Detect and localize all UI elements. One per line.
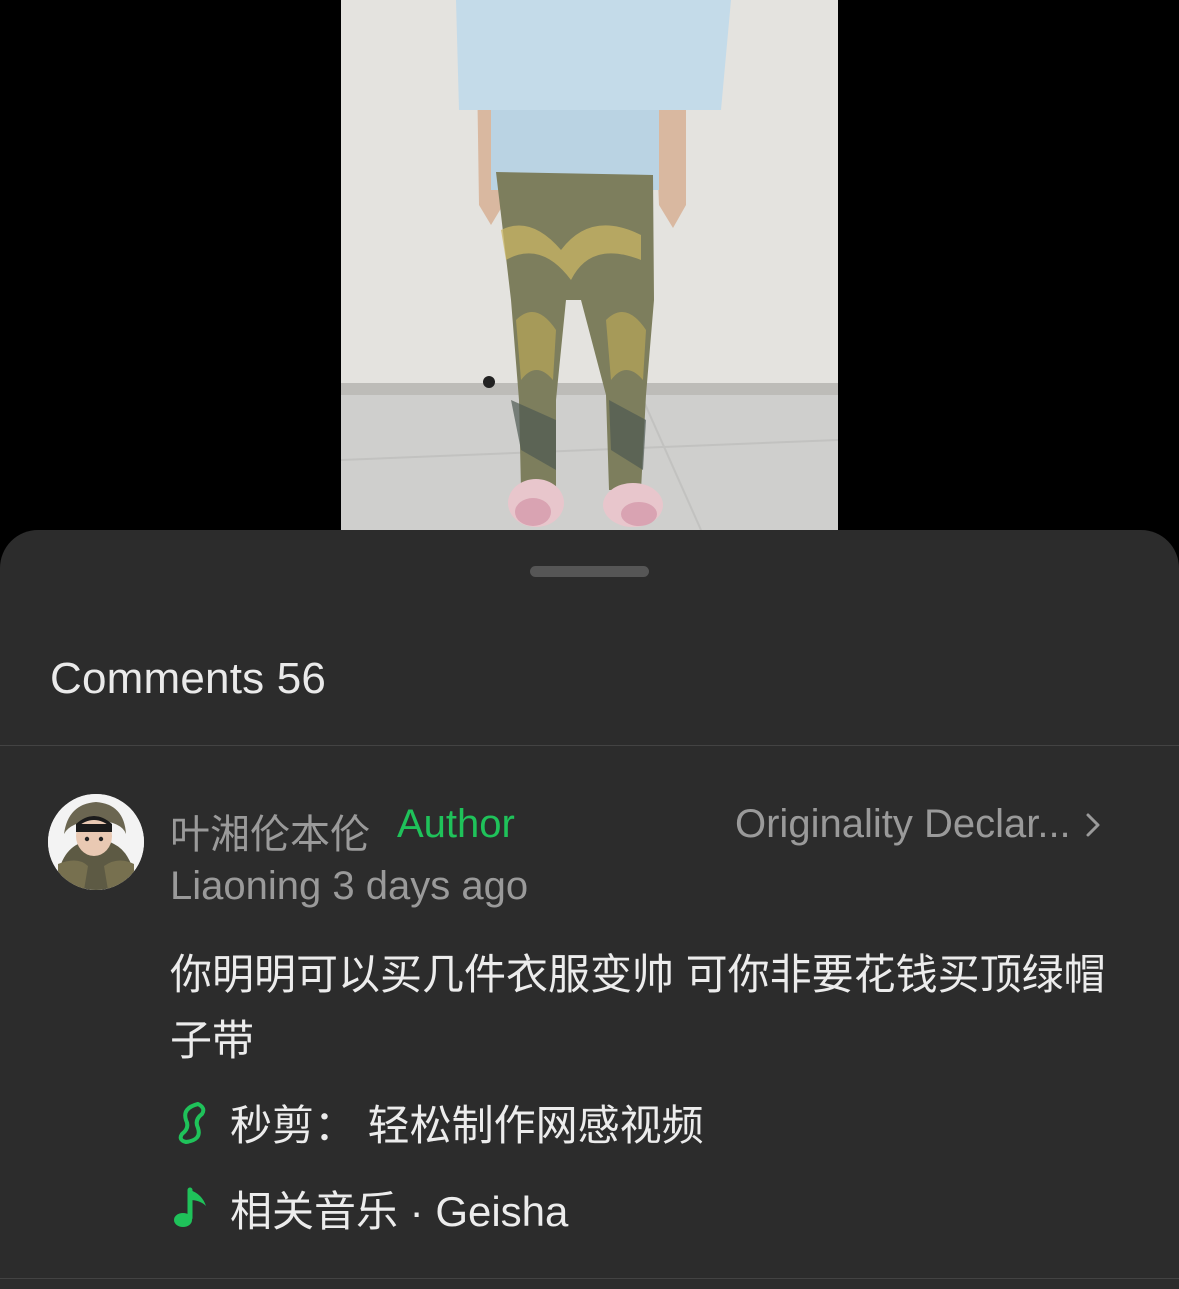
miaojian-label: 秒剪： 轻松制作网感视频 [230,1102,704,1149]
comments-title: Comments 56 [50,654,327,703]
music-note-icon [174,1187,206,1227]
chevron-right-icon [1086,813,1100,836]
header-divider [0,745,1179,746]
video-picture [341,0,838,530]
author-badge: Author [397,802,515,846]
comment-text[interactable]: 你明明可以买几件衣服变帅 可你非要花钱买顶绿帽子带 [170,942,1130,1074]
comment-divider [0,1278,1179,1279]
miaojian-link[interactable]: 秒剪： 轻松制作网感视频 [172,1092,704,1153]
author-name[interactable]: 叶湘伦本伦 [170,802,370,860]
video-frame[interactable] [341,0,838,530]
miaojian-app-icon [178,1101,206,1144]
originality-declaration-label: Originality Declar... [735,802,1071,846]
avatar-photo [48,794,144,890]
author-avatar[interactable] [48,794,144,890]
sheet-drag-handle[interactable] [530,566,649,577]
originality-declaration-link[interactable]: Originality Declar... [735,802,1103,847]
comments-sheet: Comments 56 叶湘伦本伦 Author Originality Dec… [0,530,1179,1289]
video-area[interactable] [0,0,1179,540]
related-music-link[interactable]: 相关音乐 · Geisha [172,1178,568,1239]
related-music-label: 相关音乐 · Geisha [230,1188,569,1235]
comment-meta: Liaoning 3 days ago [170,864,529,908]
